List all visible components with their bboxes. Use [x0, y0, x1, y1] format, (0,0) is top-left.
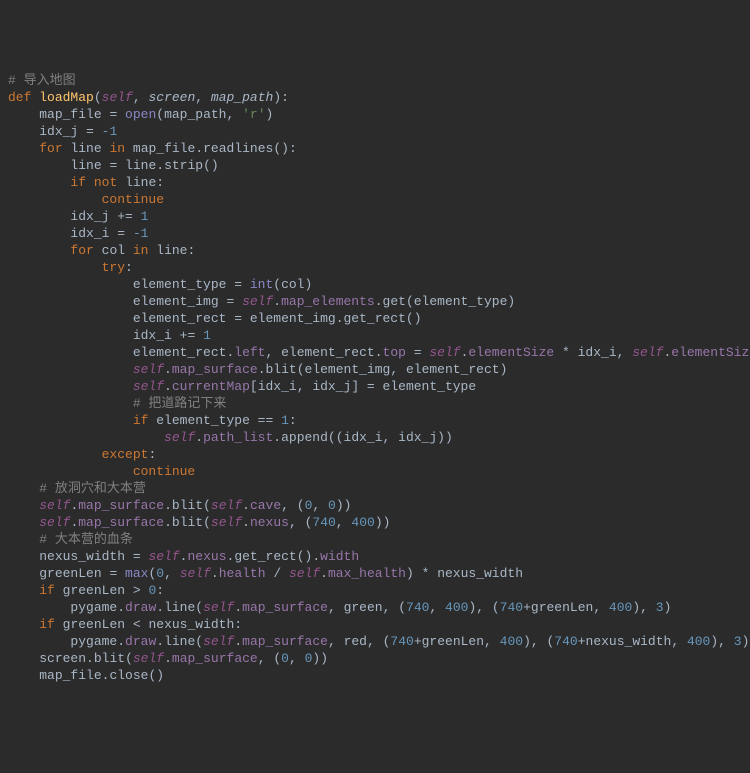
code-line: pygame.draw.line(self.map_surface, red, …	[8, 633, 742, 650]
code-line: element_rect.left, element_rect.top = se…	[8, 344, 742, 361]
code-line: for col in line:	[8, 242, 742, 259]
code-line: line = line.strip()	[8, 157, 742, 174]
code-line: self.path_list.append((idx_i, idx_j))	[8, 429, 742, 446]
code-line: idx_i += 1	[8, 327, 742, 344]
code-line: self.map_surface.blit(self.nexus, (740, …	[8, 514, 742, 531]
code-line: self.map_surface.blit(element_img, eleme…	[8, 361, 742, 378]
code-line: screen.blit(self.map_surface, (0, 0))	[8, 650, 742, 667]
code-line: if element_type == 1:	[8, 412, 742, 429]
code-line: except:	[8, 446, 742, 463]
code-line: map_file.close()	[8, 667, 742, 684]
code-line: map_file = open(map_path, 'r')	[8, 106, 742, 123]
code-line: # 大本营的血条	[8, 531, 742, 548]
code-editor[interactable]: # 导入地图def loadMap(self, screen, map_path…	[8, 72, 742, 684]
code-line: idx_j = -1	[8, 123, 742, 140]
code-line: element_type = int(col)	[8, 276, 742, 293]
code-line: # 把道路记下来	[8, 395, 742, 412]
code-line: continue	[8, 191, 742, 208]
code-line: # 导入地图	[8, 72, 742, 89]
comment: # 导入地图	[8, 73, 76, 88]
code-line: if greenLen < nexus_width:	[8, 616, 742, 633]
code-line: nexus_width = self.nexus.get_rect().widt…	[8, 548, 742, 565]
code-line: if not line:	[8, 174, 742, 191]
code-line: element_img = self.map_elements.get(elem…	[8, 293, 742, 310]
code-line: self.map_surface.blit(self.cave, (0, 0))	[8, 497, 742, 514]
code-line: if greenLen > 0:	[8, 582, 742, 599]
code-line: def loadMap(self, screen, map_path):	[8, 89, 742, 106]
code-line: idx_i = -1	[8, 225, 742, 242]
code-line: self.currentMap[idx_i, idx_j] = element_…	[8, 378, 742, 395]
code-line: # 放洞穴和大本营	[8, 480, 742, 497]
code-line: pygame.draw.line(self.map_surface, green…	[8, 599, 742, 616]
code-line: element_rect = element_img.get_rect()	[8, 310, 742, 327]
code-line: for line in map_file.readlines():	[8, 140, 742, 157]
code-line: greenLen = max(0, self.health / self.max…	[8, 565, 742, 582]
code-line: idx_j += 1	[8, 208, 742, 225]
code-line: continue	[8, 463, 742, 480]
code-line: try:	[8, 259, 742, 276]
